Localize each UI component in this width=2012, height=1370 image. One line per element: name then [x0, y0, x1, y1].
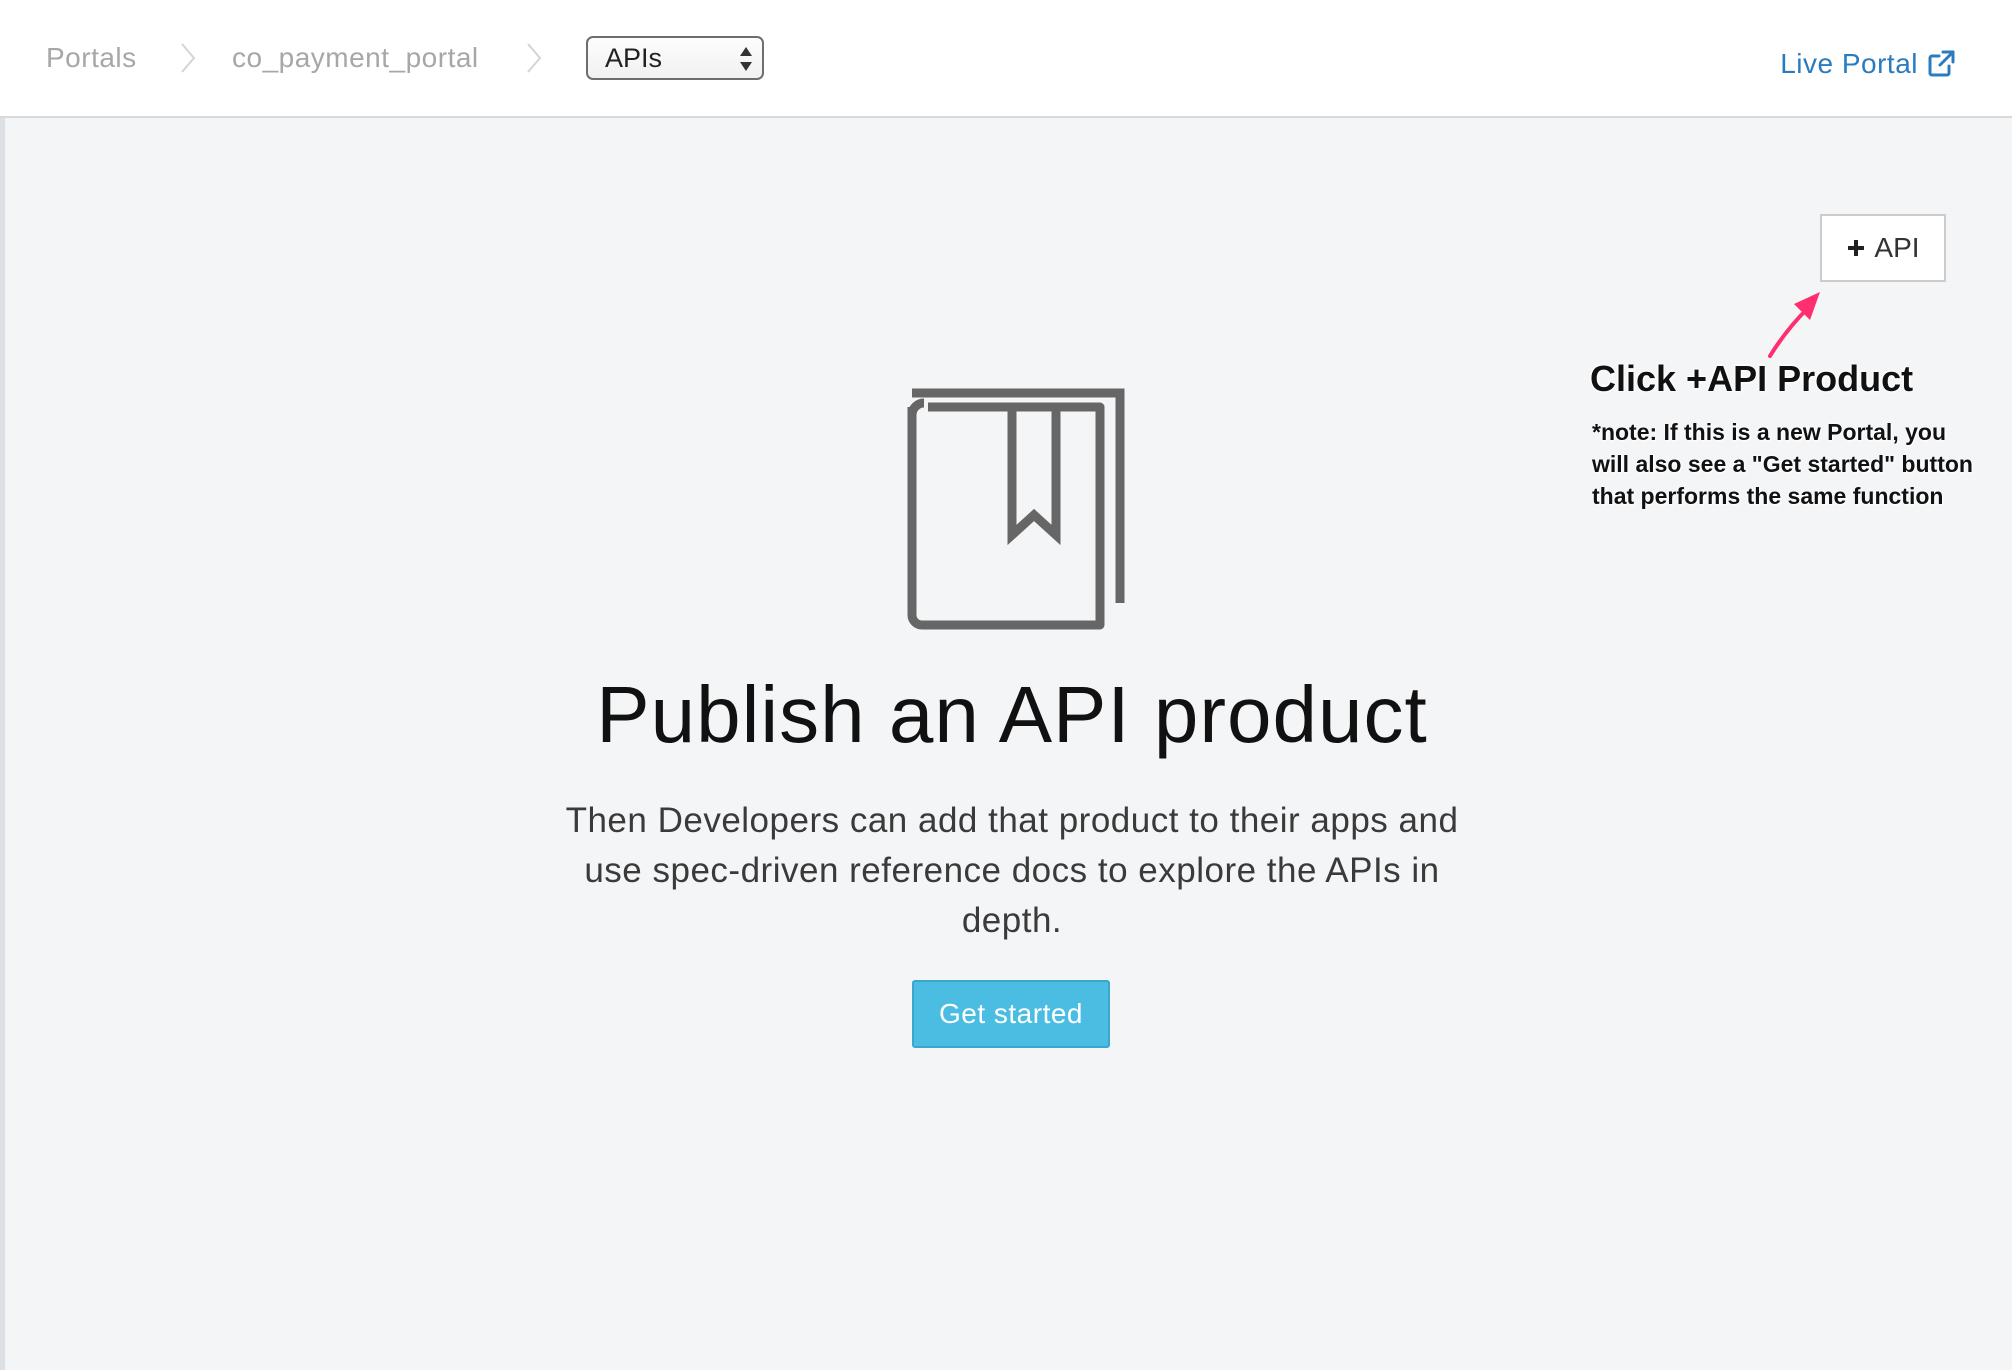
get-started-button[interactable]: Get started: [912, 980, 1110, 1048]
top-header: Portals co_payment_portal APIs Live Port…: [0, 0, 2012, 118]
annotation-note: *note: If this is a new Portal, you will…: [1592, 419, 1973, 509]
add-api-label: API: [1874, 232, 1920, 263]
section-select-value: APIs: [605, 43, 663, 73]
book-bookmark-icon: [900, 385, 1126, 633]
external-link-icon: [1926, 49, 1956, 79]
live-portal-link[interactable]: Live Portal: [1780, 44, 1956, 84]
section-select[interactable]: APIs: [586, 36, 764, 80]
empty-state-description: Then Developers can add that product to …: [565, 801, 1459, 940]
annotation-title: Click +API Product: [1590, 358, 1914, 399]
empty-state-title: Publish an API product: [596, 670, 1428, 759]
add-api-button[interactable]: API: [1820, 214, 1946, 282]
live-portal-label: Live Portal: [1780, 48, 1918, 79]
chevron-right-icon: [172, 38, 202, 78]
sort-arrows-icon: [738, 44, 754, 74]
chevron-right-icon: [518, 38, 548, 78]
breadcrumb-portal-name[interactable]: co_payment_portal: [232, 40, 479, 76]
plus-icon: [1846, 238, 1866, 258]
annotation-arrow-icon: [1760, 282, 1830, 360]
breadcrumb-portals[interactable]: Portals: [46, 40, 137, 76]
